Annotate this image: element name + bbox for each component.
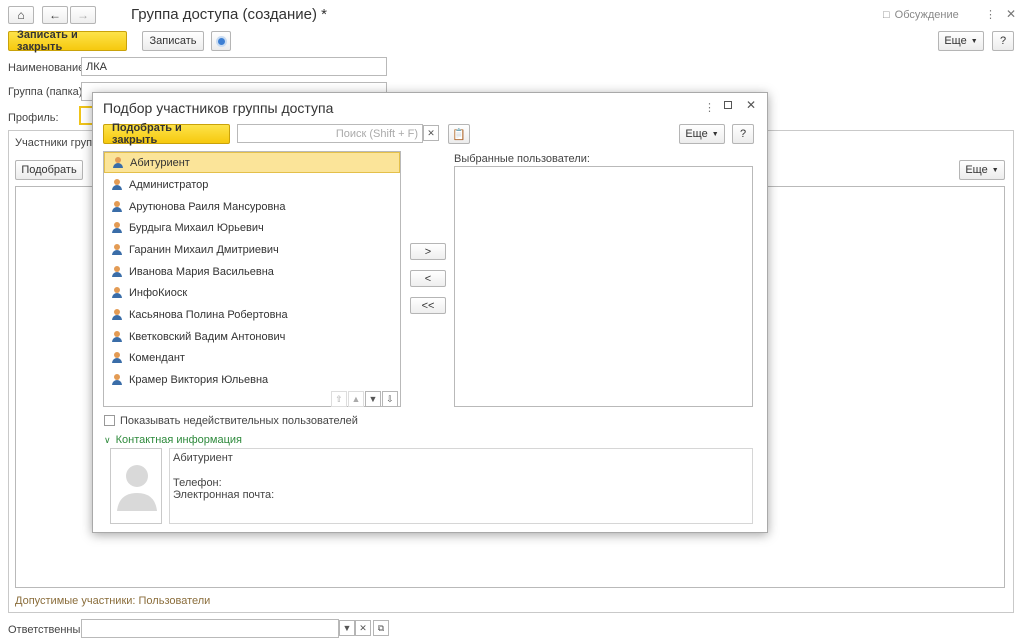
avatar	[110, 448, 162, 524]
user-icon	[112, 309, 122, 320]
search-clear-icon[interactable]: ✕	[423, 125, 439, 141]
user-list[interactable]: Абитуриент Администратор Арутюнова Раиля…	[103, 151, 401, 407]
home-icon: ⌂	[17, 8, 25, 22]
pick-members-dialog: Подбор участников группы доступа ⋮ ✕ Под…	[92, 92, 768, 533]
search-input[interactable]: Поиск (Shift + F)	[237, 124, 423, 143]
members-more-button[interactable]: Еще ▼	[959, 160, 1005, 180]
list-item[interactable]: Касьянова Полина Робертовна	[104, 304, 400, 325]
dialog-title: Подбор участников группы доступа	[103, 100, 334, 116]
contact-info-panel	[169, 448, 753, 524]
scroll-down-icon[interactable]: ▼	[365, 391, 381, 407]
save-button[interactable]: Записать	[142, 31, 204, 51]
maximize-icon[interactable]	[724, 101, 732, 109]
selected-users-list[interactable]	[454, 166, 753, 407]
user-icon	[112, 179, 122, 190]
dialog-more-button[interactable]: Еще ▼	[679, 124, 725, 144]
chat-icon: □	[883, 9, 890, 21]
info-circle-icon	[215, 35, 227, 47]
name-label: Наименование:	[8, 62, 88, 74]
list-item[interactable]: Администратор	[104, 174, 400, 195]
dialog-menu-icon[interactable]: ⋮	[704, 101, 715, 114]
responsible-field[interactable]	[81, 619, 339, 638]
group-label: Группа (папка):	[8, 86, 86, 98]
chevron-down-icon: ▼	[991, 166, 999, 174]
contact-email: Электронная почта:	[173, 489, 275, 501]
scroll-last-icon[interactable]: ⇩	[382, 391, 398, 407]
contact-phone: Телефон:	[173, 477, 222, 489]
chevron-down-icon: ▼	[711, 130, 719, 138]
user-icon	[112, 266, 122, 277]
list-item[interactable]: Комендант	[104, 347, 400, 368]
responsible-clear-icon[interactable]: ✕	[355, 620, 371, 636]
responsible-open-icon[interactable]: ⧉	[373, 620, 389, 636]
selected-label: Выбранные пользователи:	[454, 153, 590, 165]
discussion-link[interactable]: □ Обсуждение	[883, 9, 959, 21]
responsible-label: Ответственный:	[8, 624, 90, 636]
contact-name: Абитуриент	[173, 452, 233, 464]
list-item[interactable]: Абитуриент	[104, 152, 400, 173]
clipboard-icon: 📋	[452, 128, 466, 141]
dialog-close-icon[interactable]: ✕	[746, 98, 756, 112]
arrow-right-icon: →	[77, 8, 89, 22]
chevron-down-icon: ∨	[104, 434, 111, 445]
home-button[interactable]: ⌂	[8, 6, 34, 24]
help-button[interactable]: ?	[992, 31, 1014, 51]
contact-info-toggle[interactable]: ∨ Контактная информация	[104, 434, 242, 446]
user-icon	[112, 374, 122, 385]
forward-button[interactable]: →	[70, 6, 96, 24]
window-menu-icon[interactable]: ⋮	[985, 8, 996, 21]
save-close-button[interactable]: Записать и закрыть	[8, 29, 127, 53]
user-icon	[112, 222, 122, 233]
pick-button[interactable]: Подобрать	[15, 160, 83, 180]
back-button[interactable]: ←	[42, 6, 68, 24]
list-item[interactable]: Бурдыга Михаил Юрьевич	[104, 217, 400, 238]
user-icon	[112, 331, 122, 342]
help-round-button[interactable]	[211, 31, 231, 51]
list-item[interactable]: ИнфоКиоск	[104, 282, 400, 303]
profile-label: Профиль:	[8, 112, 59, 124]
close-icon[interactable]: ✕	[1006, 7, 1016, 21]
scroll-first-icon[interactable]: ⇧	[331, 391, 347, 407]
more-button[interactable]: Еще ▼	[938, 31, 984, 51]
move-left-button[interactable]: <	[410, 270, 446, 287]
list-item[interactable]: Гаранин Михаил Дмитриевич	[104, 239, 400, 260]
user-icon	[113, 157, 123, 168]
show-invalid-label: Показывать недействительных пользователе…	[120, 415, 358, 427]
list-item[interactable]: Крамер Виктория Юльевна	[104, 369, 400, 390]
list-item[interactable]: Кветковский Вадим Антонович	[104, 326, 400, 347]
name-field[interactable]: ЛКА	[81, 57, 387, 76]
responsible-dropdown-icon[interactable]: ▼	[339, 620, 355, 636]
pick-close-button[interactable]: Подобрать и закрыть	[103, 122, 230, 146]
chevron-down-icon: ▼	[970, 37, 978, 45]
show-invalid-checkbox[interactable]	[104, 415, 115, 426]
scroll-up-icon[interactable]: ▲	[348, 391, 364, 407]
arrow-left-icon: ←	[49, 8, 61, 22]
user-icon	[112, 201, 122, 212]
clipboard-button[interactable]: 📋	[448, 124, 470, 144]
user-icon	[112, 244, 122, 255]
move-right-button[interactable]: >	[410, 243, 446, 260]
list-item[interactable]: Арутюнова Раиля Мансуровна	[104, 196, 400, 217]
move-all-left-button[interactable]: <<	[410, 297, 446, 314]
list-item[interactable]: Иванова Мария Васильевна	[104, 261, 400, 282]
dialog-help-button[interactable]: ?	[732, 124, 754, 144]
avatar-silhouette-icon	[117, 465, 157, 511]
allowed-members-text: Допустимые участники: Пользователи	[15, 595, 211, 607]
user-icon	[112, 352, 122, 363]
user-icon	[112, 287, 122, 298]
window-title: Группа доступа (создание) *	[131, 6, 327, 23]
